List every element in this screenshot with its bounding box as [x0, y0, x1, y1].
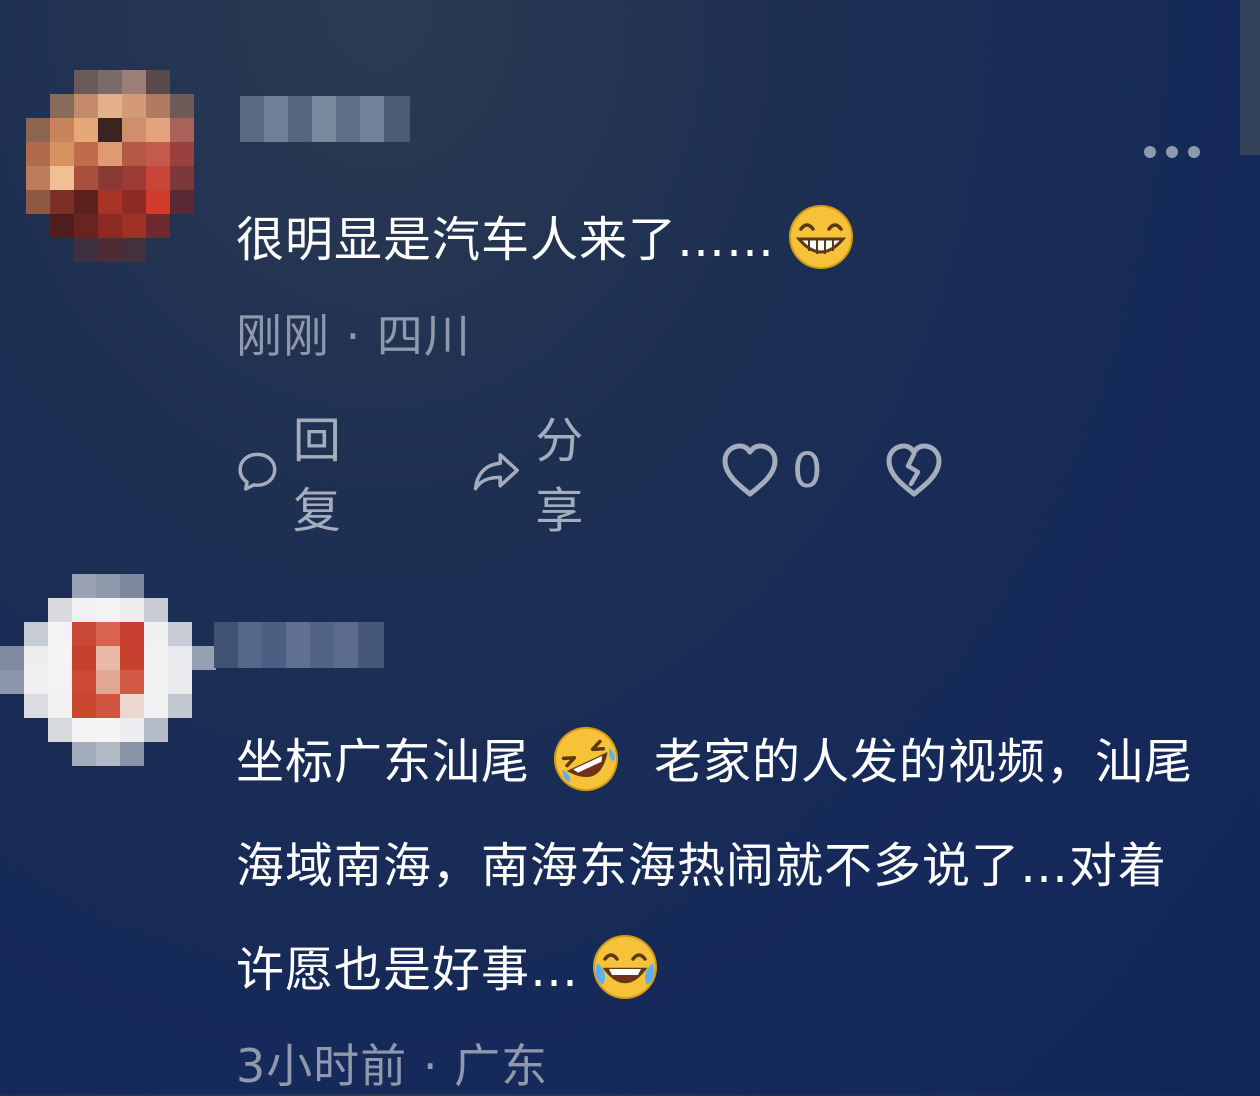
- comment-meta: 刚刚 · 四川: [236, 300, 471, 366]
- share-button[interactable]: 分享: [472, 413, 606, 539]
- more-options-button[interactable]: [1142, 140, 1202, 164]
- share-arrow-icon: [473, 453, 519, 491]
- avatar[interactable]: [14, 70, 194, 266]
- more-dot-icon: [1188, 146, 1200, 158]
- like-count: 0: [792, 443, 825, 499]
- meta-separator: ·: [345, 309, 362, 363]
- username-blurred[interactable]: [240, 96, 410, 142]
- heart-icon: [722, 443, 778, 497]
- grinning-face-icon: [787, 203, 855, 271]
- share-label: 分享: [535, 413, 586, 539]
- comment-item: 坐标广东汕尾 老家的人发的视频，汕尾海域南海，南海东海热闹就不多说了…对着许愿也…: [0, 560, 1260, 1094]
- comment-bubble-icon: [238, 452, 277, 491]
- reply-label: 回复: [292, 413, 343, 539]
- comment-meta: 3小时前 · 广东: [236, 1030, 548, 1096]
- username-blurred[interactable]: [214, 622, 384, 668]
- comment-time: 刚刚: [236, 309, 330, 363]
- dislike-button[interactable]: [884, 436, 944, 506]
- comment-text: 很明显是汽车人来了……: [236, 188, 1196, 292]
- reply-button[interactable]: 回复: [236, 413, 362, 539]
- more-dot-icon: [1166, 146, 1178, 158]
- comment-text: 坐标广东汕尾 老家的人发的视频，汕尾海域南海，南海东海热闹就不多说了…对着许愿也…: [236, 710, 1196, 1022]
- rolling-on-floor-laughing-icon: [552, 725, 620, 793]
- like-button[interactable]: 0: [720, 436, 825, 506]
- more-dot-icon: [1144, 146, 1156, 158]
- comment-time: 3小时前: [236, 1039, 408, 1093]
- comment-text-content: 很明显是汽车人来了……: [236, 212, 776, 268]
- broken-heart-icon: [886, 443, 942, 497]
- comment-item: 很明显是汽车人来了…… 刚刚 · 四川 回复 分享 0: [0, 0, 1260, 560]
- comment-location: 广东: [454, 1039, 549, 1093]
- comment-location: 四川: [376, 309, 471, 363]
- comment-text-part-1: 坐标广东汕尾: [236, 734, 531, 790]
- avatar[interactable]: [0, 574, 220, 794]
- face-with-tears-of-joy-icon: [591, 933, 659, 1001]
- meta-separator: ·: [422, 1039, 439, 1093]
